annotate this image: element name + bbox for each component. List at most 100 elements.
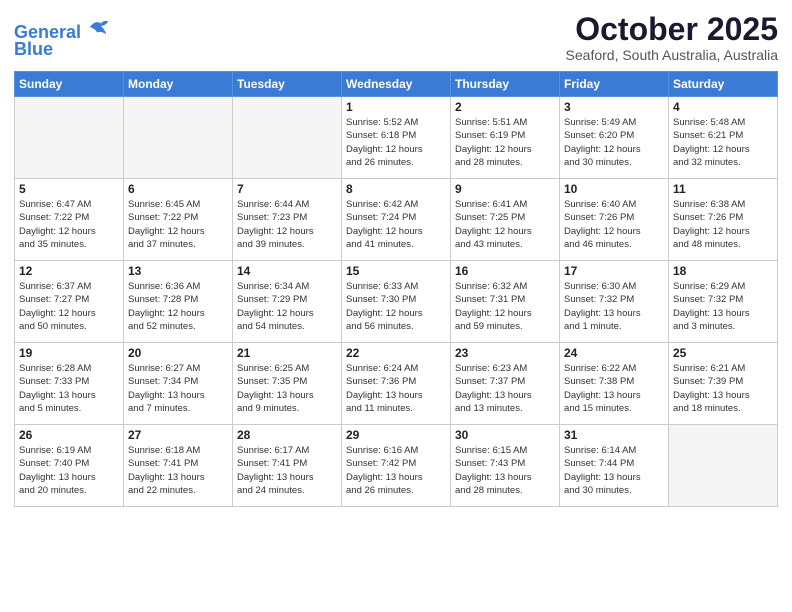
col-thursday: Thursday <box>451 72 560 97</box>
table-row: 11Sunrise: 6:38 AM Sunset: 7:26 PM Dayli… <box>669 179 778 261</box>
day-number: 30 <box>455 428 555 442</box>
day-number: 21 <box>237 346 337 360</box>
day-number: 7 <box>237 182 337 196</box>
day-info: Sunrise: 6:38 AM Sunset: 7:26 PM Dayligh… <box>673 198 773 251</box>
day-number: 9 <box>455 182 555 196</box>
day-info: Sunrise: 6:29 AM Sunset: 7:32 PM Dayligh… <box>673 280 773 333</box>
day-info: Sunrise: 5:48 AM Sunset: 6:21 PM Dayligh… <box>673 116 773 169</box>
table-row: 5 Sunrise: 6:47 AM Sunset: 7:22 PM Daylig… <box>15 179 124 261</box>
table-row: 13Sunrise: 6:36 AM Sunset: 7:28 PM Dayli… <box>124 261 233 343</box>
calendar-table: Sunday Monday Tuesday Wednesday Thursday… <box>14 71 778 507</box>
table-row: 18 Sunrise: 6:29 AM Sunset: 7:32 PM Dayli… <box>669 261 778 343</box>
day-number: 5 <box>19 182 119 196</box>
table-row: 27 Sunrise: 6:18 AM Sunset: 7:41 PM Dayli… <box>124 425 233 507</box>
day-number: 6 <box>128 182 228 196</box>
day-number: 19 <box>19 346 119 360</box>
day-info: Sunrise: 6:36 AM Sunset: 7:28 PM Dayligh… <box>128 280 228 333</box>
day-info: Sunrise: 6:25 AM Sunset: 7:35 PM Dayligh… <box>237 362 337 415</box>
col-tuesday: Tuesday <box>233 72 342 97</box>
day-number: 24 <box>564 346 664 360</box>
table-row: 6 Sunrise: 6:45 AM Sunset: 7:22 PM Daylig… <box>124 179 233 261</box>
day-number: 2 <box>455 100 555 114</box>
month-title: October 2025 <box>566 12 778 47</box>
table-row <box>15 97 124 179</box>
calendar-week-1: 1 Sunrise: 5:52 AM Sunset: 6:18 PM Daylig… <box>15 97 778 179</box>
day-info: Sunrise: 6:23 AM Sunset: 7:37 PM Dayligh… <box>455 362 555 415</box>
table-row: 15 Sunrise: 6:33 AM Sunset: 7:30 PM Dayli… <box>342 261 451 343</box>
table-row: 8 Sunrise: 6:42 AM Sunset: 7:24 PM Daylig… <box>342 179 451 261</box>
day-number: 20 <box>128 346 228 360</box>
day-info: Sunrise: 6:34 AM Sunset: 7:29 PM Dayligh… <box>237 280 337 333</box>
day-info: Sunrise: 6:19 AM Sunset: 7:40 PM Dayligh… <box>19 444 119 497</box>
table-row: 9Sunrise: 6:41 AM Sunset: 7:25 PM Daylig… <box>451 179 560 261</box>
location: Seaford, South Australia, Australia <box>566 47 778 63</box>
day-number: 22 <box>346 346 446 360</box>
table-row: 30Sunrise: 6:15 AM Sunset: 7:43 PM Dayli… <box>451 425 560 507</box>
table-row: 25Sunrise: 6:21 AM Sunset: 7:39 PM Dayli… <box>669 343 778 425</box>
page: General Blue October 2025 Seaford, South… <box>0 0 792 612</box>
day-info: Sunrise: 6:14 AM Sunset: 7:44 PM Dayligh… <box>564 444 664 497</box>
col-sunday: Sunday <box>15 72 124 97</box>
day-info: Sunrise: 6:33 AM Sunset: 7:30 PM Dayligh… <box>346 280 446 333</box>
col-monday: Monday <box>124 72 233 97</box>
table-row: 16Sunrise: 6:32 AM Sunset: 7:31 PM Dayli… <box>451 261 560 343</box>
day-number: 28 <box>237 428 337 442</box>
table-row: 21 Sunrise: 6:25 AM Sunset: 7:35 PM Dayli… <box>233 343 342 425</box>
table-row <box>233 97 342 179</box>
table-row: 26 Sunrise: 6:19 AM Sunset: 7:40 PM Dayli… <box>15 425 124 507</box>
day-info: Sunrise: 6:45 AM Sunset: 7:22 PM Dayligh… <box>128 198 228 251</box>
table-row <box>124 97 233 179</box>
day-info: Sunrise: 6:16 AM Sunset: 7:42 PM Dayligh… <box>346 444 446 497</box>
day-number: 4 <box>673 100 773 114</box>
day-number: 1 <box>346 100 446 114</box>
day-number: 29 <box>346 428 446 442</box>
table-row: 24 Sunrise: 6:22 AM Sunset: 7:38 PM Dayli… <box>560 343 669 425</box>
table-row: 17 Sunrise: 6:30 AM Sunset: 7:32 PM Dayli… <box>560 261 669 343</box>
header: General Blue October 2025 Seaford, South… <box>14 12 778 63</box>
logo-bird-icon <box>88 16 110 38</box>
day-number: 16 <box>455 264 555 278</box>
table-row: 1 Sunrise: 5:52 AM Sunset: 6:18 PM Daylig… <box>342 97 451 179</box>
day-info: Sunrise: 6:42 AM Sunset: 7:24 PM Dayligh… <box>346 198 446 251</box>
day-number: 15 <box>346 264 446 278</box>
day-info: Sunrise: 6:22 AM Sunset: 7:38 PM Dayligh… <box>564 362 664 415</box>
day-info: Sunrise: 6:44 AM Sunset: 7:23 PM Dayligh… <box>237 198 337 251</box>
day-number: 8 <box>346 182 446 196</box>
day-info: Sunrise: 6:24 AM Sunset: 7:36 PM Dayligh… <box>346 362 446 415</box>
calendar-week-3: 12 Sunrise: 6:37 AM Sunset: 7:27 PM Dayli… <box>15 261 778 343</box>
day-info: Sunrise: 6:47 AM Sunset: 7:22 PM Dayligh… <box>19 198 119 251</box>
day-number: 3 <box>564 100 664 114</box>
day-info: Sunrise: 6:30 AM Sunset: 7:32 PM Dayligh… <box>564 280 664 333</box>
day-info: Sunrise: 5:49 AM Sunset: 6:20 PM Dayligh… <box>564 116 664 169</box>
day-number: 18 <box>673 264 773 278</box>
day-number: 26 <box>19 428 119 442</box>
calendar-week-4: 19 Sunrise: 6:28 AM Sunset: 7:33 PM Dayli… <box>15 343 778 425</box>
day-info: Sunrise: 6:28 AM Sunset: 7:33 PM Dayligh… <box>19 362 119 415</box>
calendar-week-2: 5 Sunrise: 6:47 AM Sunset: 7:22 PM Daylig… <box>15 179 778 261</box>
table-row: 31 Sunrise: 6:14 AM Sunset: 7:44 PM Dayli… <box>560 425 669 507</box>
table-row: 19 Sunrise: 6:28 AM Sunset: 7:33 PM Dayli… <box>15 343 124 425</box>
table-row: 4 Sunrise: 5:48 AM Sunset: 6:21 PM Daylig… <box>669 97 778 179</box>
day-info: Sunrise: 6:37 AM Sunset: 7:27 PM Dayligh… <box>19 280 119 333</box>
table-row: 3 Sunrise: 5:49 AM Sunset: 6:20 PM Daylig… <box>560 97 669 179</box>
day-number: 12 <box>19 264 119 278</box>
col-friday: Friday <box>560 72 669 97</box>
table-row: 14 Sunrise: 6:34 AM Sunset: 7:29 PM Dayli… <box>233 261 342 343</box>
table-row <box>669 425 778 507</box>
day-number: 31 <box>564 428 664 442</box>
table-row: 7 Sunrise: 6:44 AM Sunset: 7:23 PM Daylig… <box>233 179 342 261</box>
day-number: 17 <box>564 264 664 278</box>
day-number: 14 <box>237 264 337 278</box>
day-number: 10 <box>564 182 664 196</box>
table-row: 2 Sunrise: 5:51 AM Sunset: 6:19 PM Daylig… <box>451 97 560 179</box>
day-info: Sunrise: 5:51 AM Sunset: 6:19 PM Dayligh… <box>455 116 555 169</box>
day-number: 23 <box>455 346 555 360</box>
calendar-week-5: 26 Sunrise: 6:19 AM Sunset: 7:40 PM Dayli… <box>15 425 778 507</box>
table-row: 29 Sunrise: 6:16 AM Sunset: 7:42 PM Dayli… <box>342 425 451 507</box>
day-number: 27 <box>128 428 228 442</box>
day-info: Sunrise: 6:18 AM Sunset: 7:41 PM Dayligh… <box>128 444 228 497</box>
table-row: 12 Sunrise: 6:37 AM Sunset: 7:27 PM Dayli… <box>15 261 124 343</box>
day-info: Sunrise: 5:52 AM Sunset: 6:18 PM Dayligh… <box>346 116 446 169</box>
day-info: Sunrise: 6:40 AM Sunset: 7:26 PM Dayligh… <box>564 198 664 251</box>
calendar-header-row: Sunday Monday Tuesday Wednesday Thursday… <box>15 72 778 97</box>
